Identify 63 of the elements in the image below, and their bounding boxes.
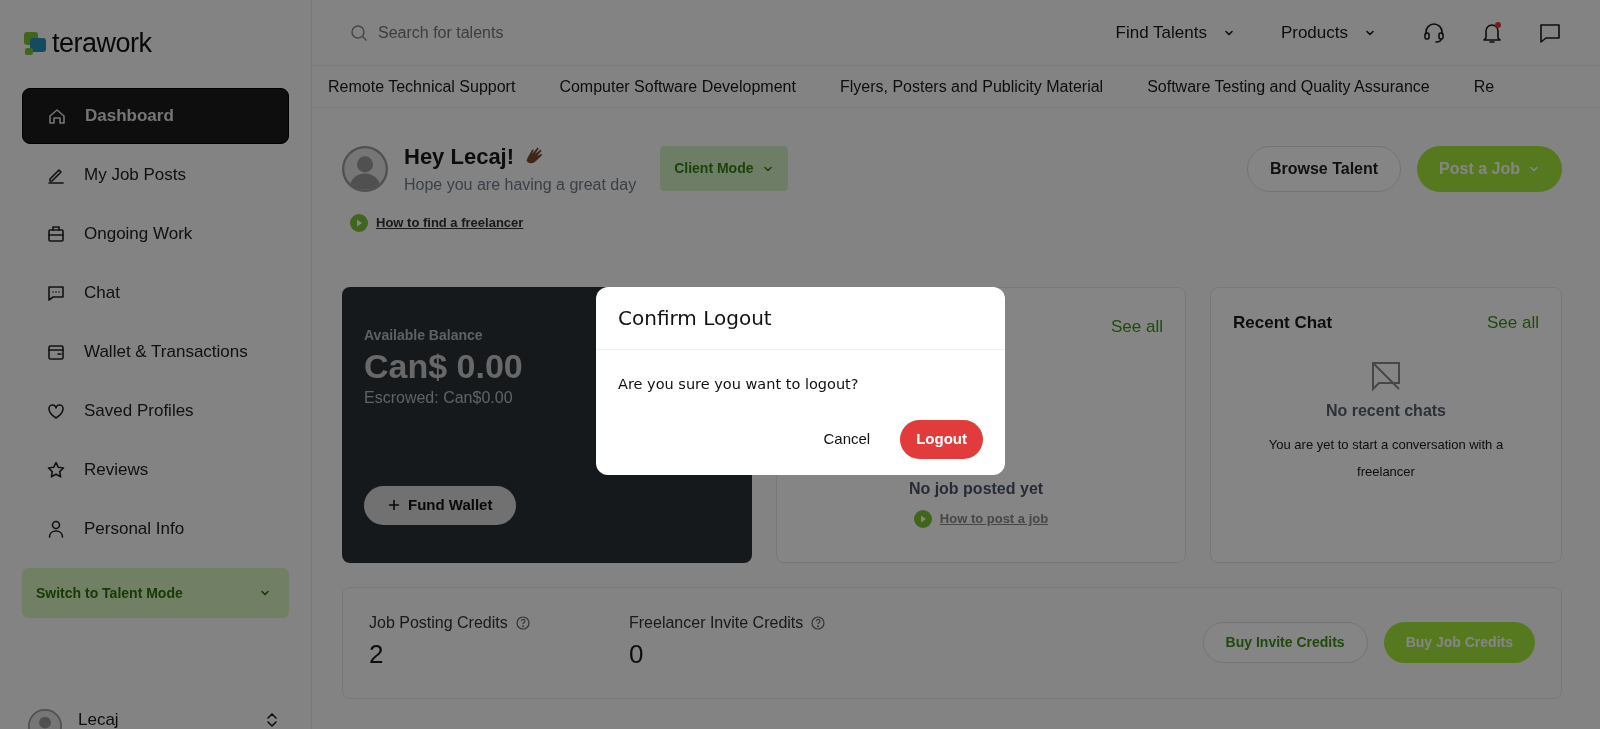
mode-button[interactable]: Client Mode: [660, 146, 788, 191]
browse-button[interactable]: Browse Talent: [1246, 145, 1402, 192]
bell-icon[interactable]: [1480, 20, 1504, 45]
heart-icon: [46, 401, 66, 421]
expand-icon[interactable]: [265, 712, 279, 728]
search-field[interactable]: Search for talents: [376, 19, 776, 46]
escrowed-amount: Escrowed: Can$0.00: [364, 388, 513, 409]
category-link[interactable]: Computer Software Development: [559, 74, 796, 99]
category-link[interactable]: Flyers, Posters and Publicity Material: [839, 74, 1104, 99]
briefcase-icon: [46, 224, 66, 244]
help-icon: [515, 616, 530, 630]
tutorial-link[interactable]: How to find a freelancer: [376, 213, 524, 233]
sidebar-item[interactable]: Ongoing Work: [22, 206, 289, 262]
help-icon: [811, 616, 826, 630]
balance-amount: Can$ 0.00: [364, 345, 523, 387]
nav-menu[interactable]: Find Talents: [1115, 19, 1235, 46]
sidebar-item[interactable]: My Job Posts: [22, 147, 289, 203]
empty-title: No recent chats: [1325, 401, 1446, 421]
buy-credits-button[interactable]: Buy Invite Credits: [1202, 622, 1368, 663]
post-job-link[interactable]: How to post a job: [939, 509, 1049, 529]
user-name: Lecaj: [78, 709, 120, 729]
chat-icon: [46, 283, 66, 303]
star-icon: [46, 460, 66, 480]
category-link[interactable]: Remote Technical Support: [328, 74, 516, 99]
category-link[interactable]: Re: [1473, 74, 1495, 99]
sidebar-item[interactable]: Dashboard: [22, 88, 289, 144]
sidebar-item[interactable]: Chat: [22, 265, 289, 321]
dialog-title: Confirm Logout: [618, 306, 772, 330]
balance-label: Available Balance: [364, 325, 483, 345]
credit-label: Freelancer Invite Credits: [629, 613, 804, 633]
play-icon: [350, 213, 368, 232]
nav-menu[interactable]: Products: [1280, 19, 1376, 46]
category-link[interactable]: Software Testing and Quality Assurance: [1147, 74, 1430, 99]
credit-value: 0: [629, 638, 645, 671]
play-icon: [913, 509, 932, 528]
no-chat-icon: [1369, 359, 1403, 393]
plus-icon: [388, 499, 400, 512]
fund-wallet-button[interactable]: Fund Wallet: [364, 486, 517, 525]
credit-label: Job Posting Credits: [369, 613, 508, 633]
sidebar-item[interactable]: Saved Profiles: [22, 383, 289, 439]
avatar: [342, 145, 388, 192]
headset-icon[interactable]: [1422, 20, 1446, 45]
sidebar-item[interactable]: Reviews: [22, 442, 289, 498]
search-icon: [350, 23, 368, 42]
see-all-link[interactable]: See all: [1487, 309, 1539, 335]
logo-text: terawork: [52, 26, 152, 60]
sidebar-item[interactable]: Personal Info: [22, 501, 289, 557]
mode-switch[interactable]: Switch to Talent Mode: [22, 568, 289, 618]
greeting-subtitle: Hope you are having a great day: [404, 175, 637, 195]
empty-text: You are yet to start a conversation with a freelancer: [1267, 436, 1505, 482]
logo-icon: [22, 29, 48, 57]
card-title: Recent Chat: [1233, 311, 1333, 334]
empty-title: No job posted yet: [908, 479, 1044, 499]
credit-value: 2: [369, 638, 385, 671]
person-icon: [46, 519, 66, 539]
dialog-message: Are you sure you want to logout?: [618, 376, 859, 392]
see-all-link[interactable]: See all: [1111, 313, 1163, 339]
greeting-title: Hey Lecaj!: [404, 143, 515, 171]
wallet-icon: [46, 342, 66, 362]
logout-button[interactable]: Logout: [900, 420, 983, 459]
cancel-button[interactable]: Cancel: [817, 427, 877, 452]
sidebar-item[interactable]: Wallet & Transactions: [22, 324, 289, 380]
home-icon: [47, 106, 67, 126]
